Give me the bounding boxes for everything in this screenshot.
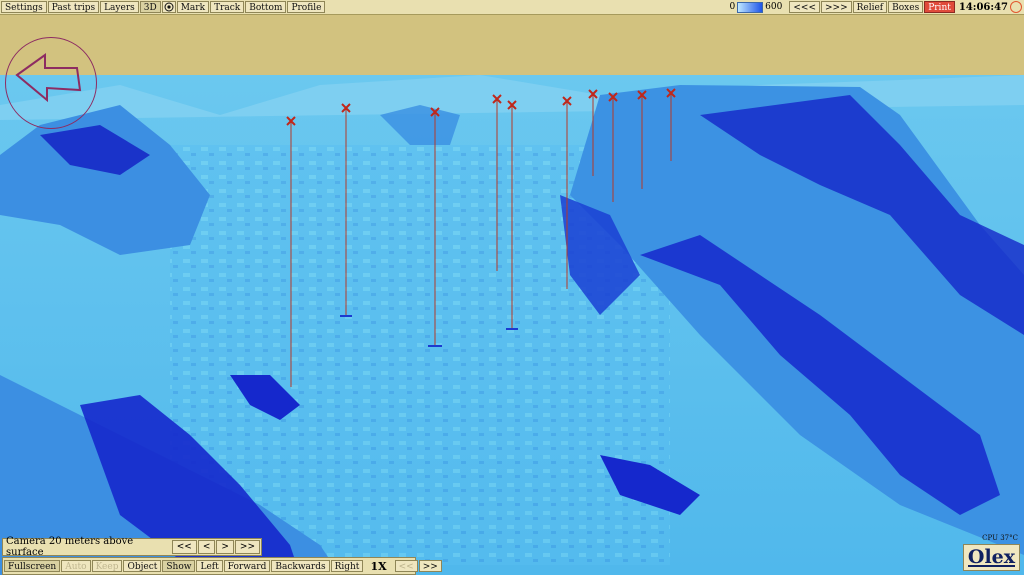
forward-button[interactable]: Forward (223, 560, 271, 572)
past-trips-button[interactable]: Past trips (47, 1, 100, 13)
camera-forward-button[interactable]: > (216, 540, 234, 554)
back-arrow-icon[interactable] (15, 50, 85, 110)
3d-button[interactable]: 3D (139, 1, 161, 13)
cpu-temperature: CPU 37°C (982, 534, 1018, 542)
previous-button[interactable]: <<< (789, 1, 820, 13)
left-button[interactable]: Left (196, 560, 223, 572)
camera-panel: Camera 20 meters above surface << < > >> (2, 536, 262, 558)
camera-back-button[interactable]: < (197, 540, 216, 554)
depth-legend-min: 0 (729, 2, 736, 12)
show-button[interactable]: Show (162, 560, 196, 572)
bottom-toolbar: Fullscreen Auto Keep Object Show Left Fo… (2, 557, 442, 575)
settings-button[interactable]: Settings (1, 1, 47, 13)
target-icon (164, 2, 174, 12)
olex-logo: Olex (963, 544, 1020, 571)
top-toolbar: Settings Past trips Layers 3D Mark Track… (0, 0, 1024, 15)
depth-color-bar (737, 1, 764, 13)
clock: 14:06:47 (958, 1, 1008, 13)
print-button[interactable]: Print (924, 1, 955, 13)
keep-button[interactable]: Keep (91, 560, 123, 572)
right-button[interactable]: Right (330, 560, 364, 572)
boxes-button[interactable]: Boxes (888, 1, 924, 13)
sun-icon (1010, 1, 1022, 13)
backwards-button[interactable]: Backwards (271, 560, 330, 572)
speed-down-button[interactable]: << (394, 560, 418, 572)
next-button[interactable]: >>> (820, 1, 852, 13)
terrain-3d-view[interactable] (0, 75, 1024, 575)
profile-button[interactable]: Profile (287, 1, 326, 13)
fullscreen-button[interactable]: Fullscreen (4, 560, 61, 572)
layers-button[interactable]: Layers (100, 1, 139, 13)
target-icon[interactable] (161, 1, 176, 13)
logo-text: Olex (967, 546, 1016, 568)
auto-button[interactable]: Auto (61, 560, 91, 572)
camera-status: Camera 20 meters above surface (6, 536, 134, 558)
relief-button[interactable]: Relief (852, 1, 888, 13)
bottom-button[interactable]: Bottom (245, 1, 287, 13)
mark-button[interactable]: Mark (176, 1, 210, 13)
camera-fast-back-button[interactable]: << (171, 540, 197, 554)
track-button[interactable]: Track (210, 1, 245, 13)
speed-up-button[interactable]: >> (418, 560, 442, 572)
depth-legend: 0 600 (729, 1, 783, 13)
speed-indicator: 1X (370, 559, 387, 573)
sky (0, 15, 1024, 75)
camera-fast-forward-button[interactable]: >> (234, 540, 260, 554)
depth-legend-max: 600 (765, 2, 783, 12)
object-button[interactable]: Object (123, 560, 162, 572)
